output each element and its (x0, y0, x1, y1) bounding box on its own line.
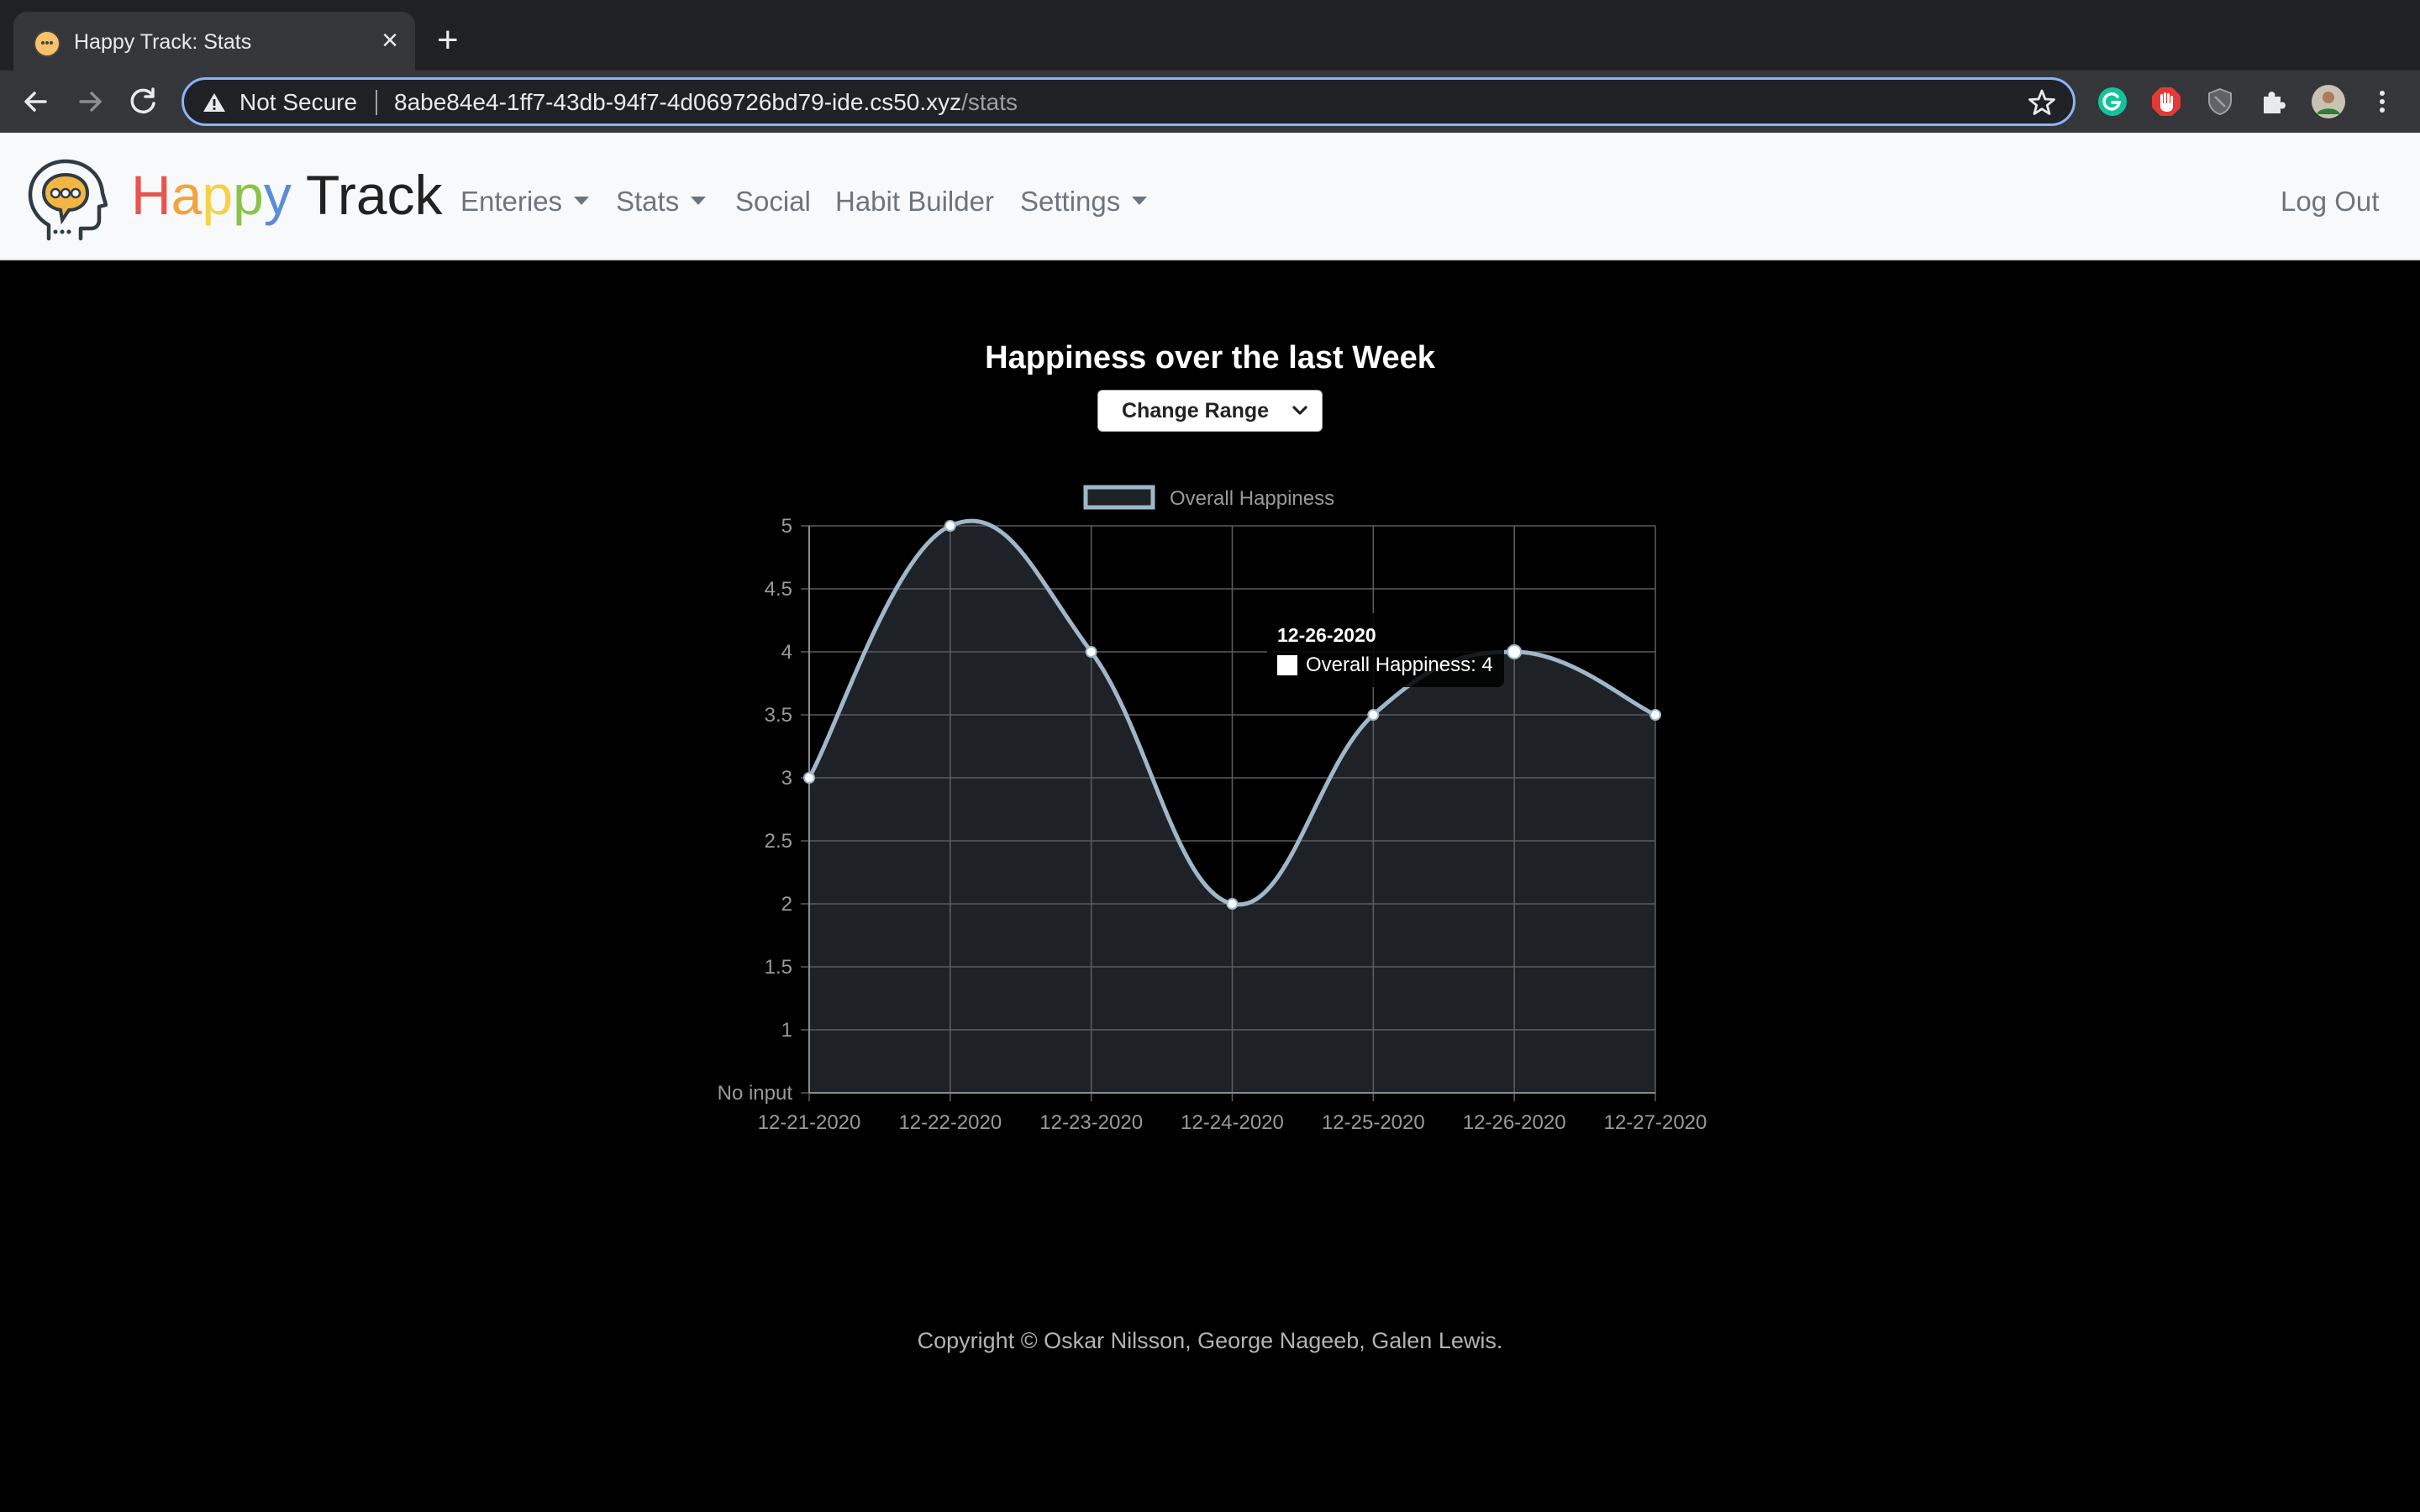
x-tick-label: 12-22-2020 (898, 1111, 1002, 1134)
legend-label: Overall Happiness (1170, 487, 1334, 510)
chart-tooltip: 12-26-2020 Overall Happiness: 4 (1267, 613, 1504, 687)
tooltip-title: 12-26-2020 (1277, 624, 1376, 646)
tooltip-body: Overall Happiness: 4 (1306, 654, 1493, 676)
data-point (944, 520, 956, 532)
data-point (803, 772, 815, 784)
x-tick-label: 12-21-2020 (758, 1111, 861, 1134)
legend-swatch (1083, 485, 1155, 510)
y-tick-label: 1.5 (765, 956, 792, 979)
y-tick-label: No input (718, 1082, 793, 1105)
y-tick-label: 3.5 (765, 704, 792, 727)
tooltip-color-swatch (1277, 655, 1297, 675)
y-tick-label: 3 (781, 767, 792, 790)
y-tick-label: 4.5 (765, 578, 792, 601)
y-tick-label: 2.5 (765, 830, 792, 853)
data-point (1367, 709, 1380, 721)
data-point (1085, 646, 1097, 658)
x-tick-label: 12-24-2020 (1181, 1111, 1284, 1134)
data-point (1226, 898, 1239, 910)
x-tick-label: 12-23-2020 (1039, 1111, 1143, 1134)
y-tick-label: 5 (781, 515, 792, 538)
x-tick-label: 12-25-2020 (1322, 1111, 1425, 1134)
y-tick-label: 4 (781, 641, 792, 664)
x-tick-label: 12-27-2020 (1604, 1111, 1707, 1134)
data-point (1649, 709, 1661, 721)
x-tick-label: 12-26-2020 (1463, 1111, 1566, 1134)
y-tick-label: 2 (781, 893, 792, 916)
y-tick-label: 1 (781, 1019, 792, 1042)
data-point (1507, 644, 1523, 659)
happiness-line-chart: No input 1 1.5 2 2.5 3 3.5 4 4.5 5 12-21-2020 12-22… (718, 485, 1707, 1134)
footer-copyright: Copyright © Oskar Nilsson, George Nageeb… (917, 1328, 1503, 1353)
